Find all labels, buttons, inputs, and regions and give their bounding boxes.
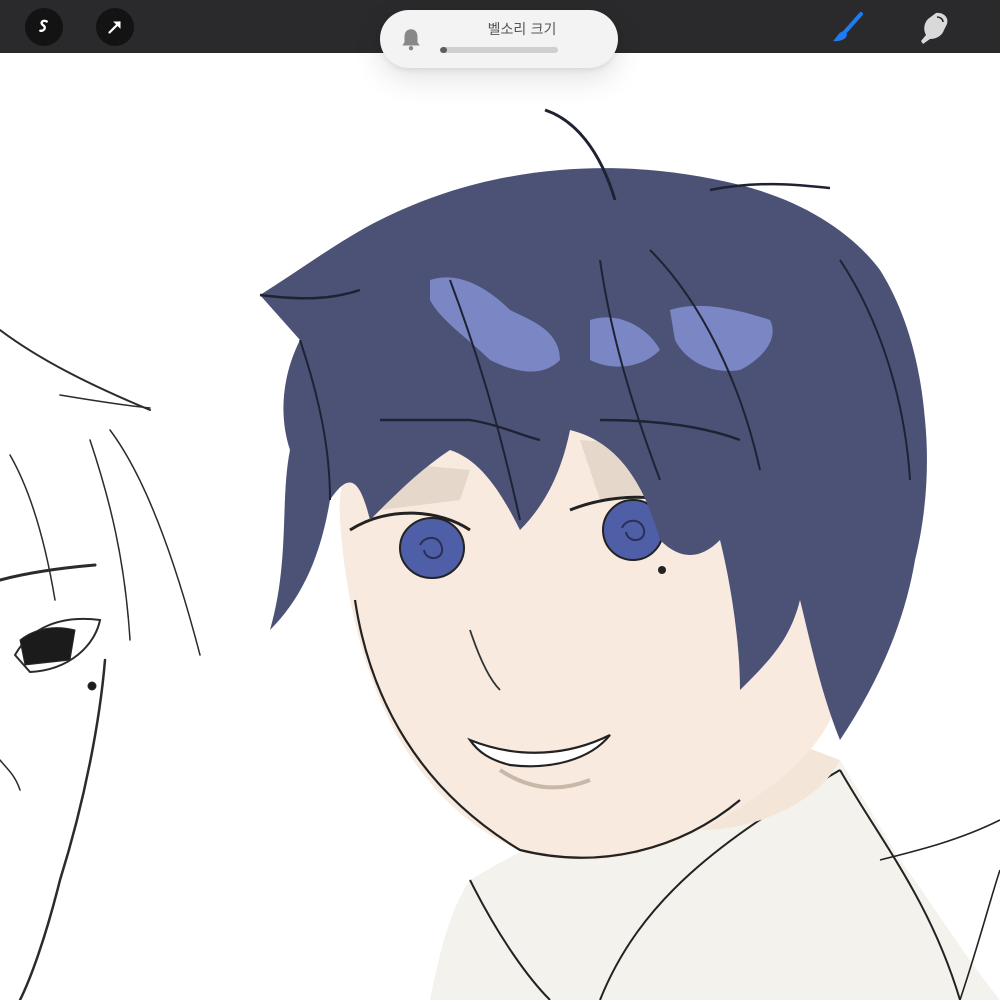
- adjustments-s-icon: [39, 19, 48, 32]
- volume-level-bar[interactable]: [440, 47, 558, 53]
- hud-label: 벨소리 크기: [487, 22, 557, 38]
- volume-hud: 벨소리 크기: [380, 10, 618, 68]
- adjustments-button[interactable]: [25, 8, 63, 46]
- left-sketch-figure: [0, 329, 201, 1000]
- volume-level-fill: [440, 47, 448, 53]
- bell-icon: [402, 29, 420, 51]
- artwork-illustration: [0, 108, 1000, 1000]
- smudge-tool-button[interactable]: [914, 8, 954, 48]
- arrow-cursor-icon: [108, 21, 121, 34]
- drawing-canvas[interactable]: [0, 53, 1000, 1000]
- brush-tool-button[interactable]: [828, 8, 868, 48]
- brush-icon: [833, 12, 863, 42]
- smudge-finger-icon: [921, 12, 948, 44]
- transform-button[interactable]: [96, 8, 134, 46]
